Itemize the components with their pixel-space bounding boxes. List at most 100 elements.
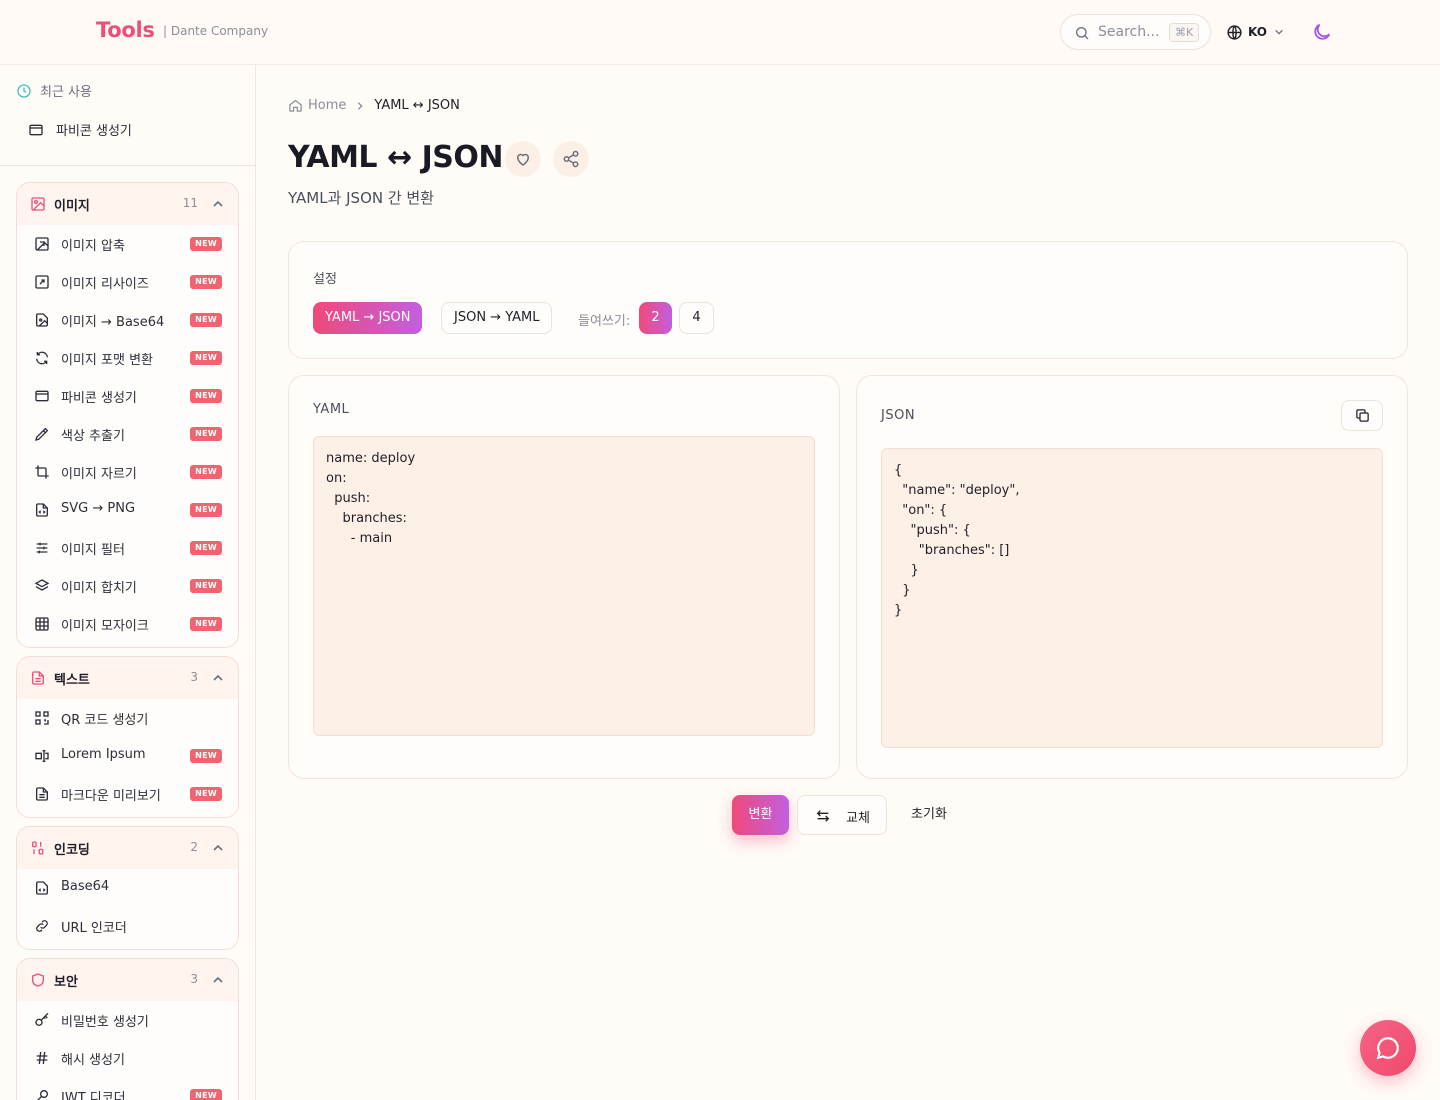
recent-item[interactable]: 파비콘 생성기	[28, 120, 132, 139]
sidebar-item-jwt[interactable]: JWT 디코더 NEW	[17, 1077, 238, 1100]
language-code: KO	[1248, 25, 1267, 39]
sidebar-item-lorem[interactable]: Lorem Ipsum NEW	[17, 737, 238, 775]
new-badge: NEW	[190, 617, 222, 631]
moon-icon[interactable]	[1311, 21, 1333, 43]
new-badge: NEW	[190, 541, 222, 555]
item-label: 이미지 포맷 변환	[61, 353, 153, 368]
app-logo[interactable]: Tools	[96, 18, 155, 42]
link-icon	[36, 920, 48, 932]
sidebar-item-image-merge[interactable]: 이미지 합치기 NEW	[17, 567, 238, 605]
recent-label: 최근 사용	[40, 85, 92, 100]
sidebar-item-url-encoder[interactable]: URL 인코더	[17, 907, 238, 945]
chevron-up-icon	[213, 674, 223, 681]
sidebar-item-password[interactable]: 비밀번호 생성기	[17, 1001, 238, 1039]
image-compress-icon	[35, 237, 49, 251]
mode-json-to-yaml-button[interactable]: JSON → YAML	[441, 302, 553, 334]
group-count: 2	[190, 840, 198, 854]
sidebar-item-favicon[interactable]: 파비콘 생성기 NEW	[17, 377, 238, 415]
group-count: 3	[190, 972, 198, 986]
group-header-text[interactable]: 텍스트 3	[17, 657, 238, 699]
sidebar-item-image-filter[interactable]: 이미지 필터 NEW	[17, 529, 238, 567]
sidebar-item-markdown[interactable]: 마크다운 미리보기 NEW	[17, 775, 238, 813]
layers-icon	[34, 579, 50, 591]
sidebar-item-qr[interactable]: QR 코드 생성기	[17, 699, 238, 737]
browser-window-icon	[29, 124, 43, 135]
chat-button[interactable]	[1360, 1020, 1416, 1076]
sidebar-item-hash[interactable]: 해시 생성기	[17, 1039, 238, 1077]
divider	[0, 165, 255, 166]
sidebar-item-image-base64[interactable]: 이미지 → Base64 NEW	[17, 301, 238, 339]
group-header-image[interactable]: 이미지 11	[17, 183, 238, 225]
image-icon	[31, 197, 45, 211]
page-title: YAML ↔ JSON	[288, 140, 503, 175]
group-image: 이미지 11 이미지 압축 NEW 이미지 리사이즈 NEW 이미지 → Bas…	[16, 182, 239, 648]
group-count: 11	[182, 196, 198, 210]
item-label: 파비콘 생성기	[61, 391, 137, 406]
sidebar-item-image-crop[interactable]: 이미지 자르기 NEW	[17, 453, 238, 491]
top-header: Tools | Dante Company Search... ⌘K KO	[0, 0, 1440, 65]
clock-icon	[17, 83, 31, 98]
item-label: 이미지 모자이크	[61, 619, 149, 634]
group-header-encoding[interactable]: 인코딩 2	[17, 827, 238, 869]
file-text-icon	[32, 671, 44, 685]
group-label: 인코딩	[54, 843, 90, 858]
new-badge: NEW	[190, 579, 222, 593]
sidebar-item-image-compress[interactable]: 이미지 압축 NEW	[17, 225, 238, 263]
convert-button[interactable]: 변환	[732, 795, 789, 835]
language-selector[interactable]: KO	[1226, 22, 1284, 42]
group-label: 이미지	[54, 199, 90, 214]
indent-2-button[interactable]: 2	[639, 302, 672, 334]
item-label: 마크다운 미리보기	[61, 789, 161, 804]
item-label: 비밀번호 생성기	[61, 1015, 149, 1030]
grid-icon	[35, 617, 49, 631]
breadcrumb-home[interactable]: Home	[308, 98, 346, 113]
new-badge: NEW	[190, 351, 222, 365]
sidebar-item-image-resize[interactable]: 이미지 리사이즈 NEW	[17, 263, 238, 301]
new-badge: NEW	[190, 237, 222, 251]
group-count: 3	[190, 670, 198, 684]
item-label: 이미지 리사이즈	[61, 277, 149, 292]
copy-icon	[1355, 409, 1369, 422]
item-label: 이미지 필터	[61, 543, 125, 558]
sidebar: 최근 사용 파비콘 생성기 이미지 11 이미지 압축 NEW 이미지 리사이즈…	[0, 65, 256, 1100]
group-encoding: 인코딩 2 Base64 URL 인코더	[16, 826, 239, 950]
swap-label: 교체	[846, 811, 870, 826]
chevron-down-icon	[1275, 29, 1283, 35]
search-shortcut: ⌘K	[1169, 23, 1200, 42]
yaml-input[interactable]: name: deploy on: push: branches: - main	[313, 436, 815, 736]
share-icon	[563, 150, 579, 168]
favorite-button[interactable]	[505, 141, 541, 177]
chevron-up-icon	[213, 976, 223, 983]
company-name: | Dante Company	[163, 24, 269, 38]
chevron-up-icon	[213, 844, 223, 851]
sidebar-item-image-format[interactable]: 이미지 포맷 변환 NEW	[17, 339, 238, 377]
search-input[interactable]: Search... ⌘K	[1060, 14, 1211, 50]
mode-yaml-to-json-button[interactable]: YAML → JSON	[313, 302, 423, 334]
sidebar-item-image-mosaic[interactable]: 이미지 모자이크 NEW	[17, 605, 238, 643]
sidebar-item-color-picker[interactable]: 색상 추출기 NEW	[17, 415, 238, 453]
share-button[interactable]	[553, 141, 589, 177]
new-badge: NEW	[190, 503, 222, 517]
breadcrumb: Home YAML ↔ JSON	[288, 98, 460, 113]
eyedropper-icon	[35, 427, 49, 441]
swap-button[interactable]: 교체	[797, 795, 887, 835]
home-icon[interactable]	[288, 98, 303, 113]
settings-label: 설정	[313, 272, 337, 287]
json-output[interactable]: { "name": "deploy", "on": { "push": { "b…	[881, 448, 1383, 748]
group-header-security[interactable]: 보안 3	[17, 959, 238, 1001]
sidebar-item-base64[interactable]: Base64	[17, 869, 238, 907]
chevron-right-icon	[358, 101, 364, 110]
copy-button[interactable]	[1341, 400, 1383, 431]
group-label: 텍스트	[54, 673, 90, 688]
indent-4-button[interactable]: 4	[679, 302, 714, 334]
binary-icon	[32, 841, 44, 855]
reset-button[interactable]: 초기화	[898, 795, 960, 835]
item-label: 해시 생성기	[61, 1053, 125, 1068]
shield-icon	[32, 973, 44, 987]
new-badge: NEW	[190, 389, 222, 403]
sidebar-item-svg-png[interactable]: SVG → PNG NEW	[17, 491, 238, 529]
yaml-label: YAML	[313, 402, 350, 417]
qr-code-icon	[35, 711, 49, 725]
json-label: JSON	[881, 408, 916, 423]
file-text-icon	[36, 787, 48, 801]
